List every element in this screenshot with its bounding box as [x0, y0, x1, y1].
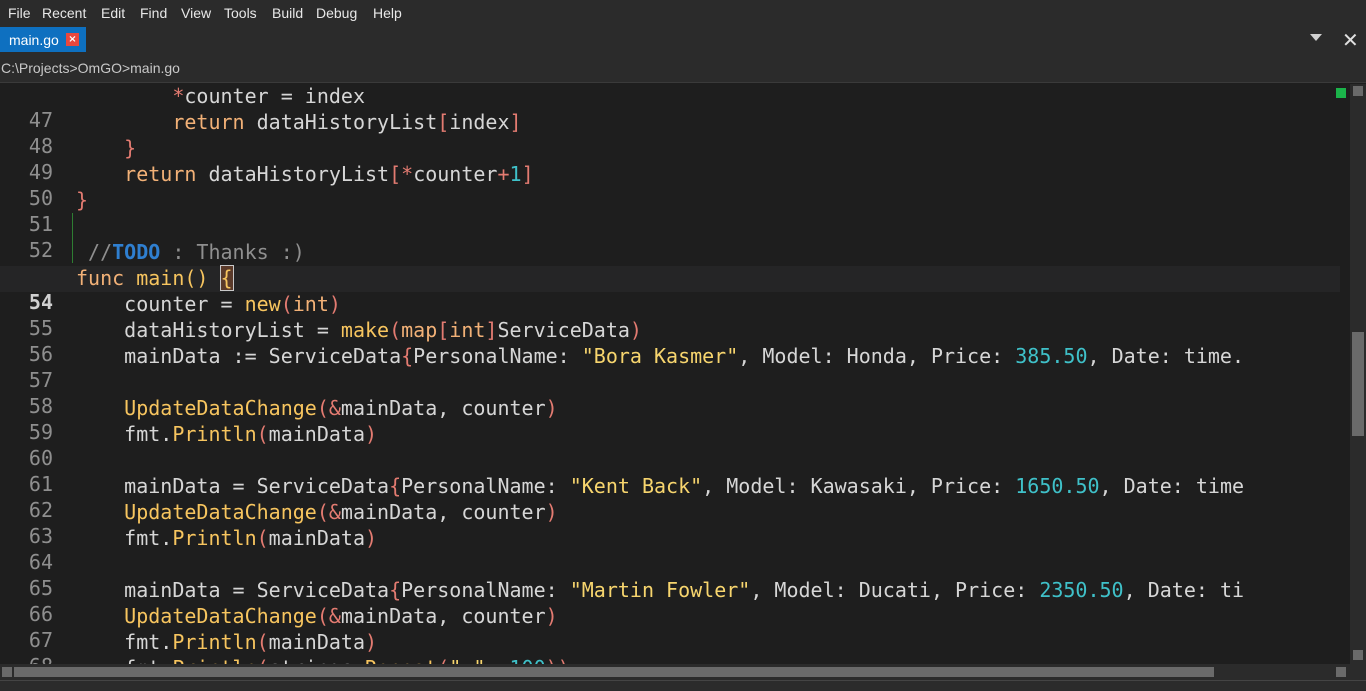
code-text: fmt.Println(strings.Repeat("-", 100)) — [76, 656, 570, 664]
scroll-down-icon[interactable] — [1353, 650, 1363, 660]
vertical-scrollbar[interactable] — [1350, 84, 1366, 664]
code-text: mainData := ServiceData{PersonalName: "B… — [76, 344, 1245, 368]
current-code-line: 54 func main() { — [0, 265, 1340, 314]
menu-view[interactable]: View — [181, 5, 211, 21]
scrollbar-corner — [1350, 664, 1366, 680]
code-line: 47 *counter = index — [0, 84, 1340, 132]
code-editor[interactable]: 47 *counter = index 48 return dataHistor… — [0, 84, 1350, 664]
horizontal-scrollbar[interactable] — [0, 664, 1350, 680]
menu-debug[interactable]: Debug — [316, 5, 357, 21]
tab-close-icon[interactable]: × — [66, 33, 79, 46]
menu-recent[interactable]: Recent — [42, 5, 86, 21]
code-line: 59 UpdateDataChange(&mainData, counter) — [0, 396, 1340, 444]
tab-bar: main.go × — [0, 26, 1366, 54]
code-line: 53 //TODO : Thanks :) — [0, 240, 1340, 288]
scroll-up-icon[interactable] — [1353, 86, 1363, 96]
code-text: fmt.Println(mainData) — [76, 630, 378, 654]
code-text: return dataHistoryList[index] — [76, 110, 522, 134]
code-line: 66 mainData = ServiceData{PersonalName: … — [0, 578, 1340, 626]
code-line: 69 fmt.Println(strings.Repeat("-", 100)) — [0, 656, 1340, 664]
code-text: *counter = index — [76, 84, 365, 108]
code-text: func main() { — [76, 265, 234, 291]
code-text: UpdateDataChange(&mainData, counter) — [76, 500, 558, 524]
menu-bar: File Recent Edit Find View Tools Build D… — [0, 0, 1366, 26]
scroll-right-icon[interactable] — [1336, 667, 1346, 677]
code-line: 67 UpdateDataChange(&mainData, counter) — [0, 604, 1340, 652]
vertical-scroll-thumb[interactable] — [1352, 332, 1364, 436]
change-marker-icon — [1336, 88, 1346, 98]
menu-file[interactable]: File — [8, 5, 31, 21]
text-cursor: { — [219, 265, 234, 291]
code-line: 50 return dataHistoryList[*counter+1] — [0, 162, 1340, 210]
code-text: counter = new(int) — [76, 292, 341, 316]
code-line: 52 — [0, 214, 1340, 262]
horizontal-scroll-thumb[interactable] — [14, 667, 1214, 677]
file-path: C:\Projects>OmGO>main.go — [1, 60, 180, 76]
code-text: mainData = ServiceData{PersonalName: "Ma… — [76, 578, 1245, 602]
code-text: UpdateDataChange(&mainData, counter) — [76, 396, 558, 420]
status-bar — [0, 680, 1366, 691]
code-text: fmt.Println(mainData) — [76, 526, 378, 550]
code-line: 57 mainData := ServiceData{PersonalName:… — [0, 344, 1340, 392]
code-line: 62 mainData = ServiceData{PersonalName: … — [0, 474, 1340, 522]
code-line: 48 return dataHistoryList[index] — [0, 110, 1340, 158]
code-line: 68 fmt.Println(mainData) — [0, 630, 1340, 664]
code-line: 61 — [0, 448, 1340, 496]
menu-tools[interactable]: Tools — [224, 5, 257, 21]
tab-label: main.go — [9, 32, 59, 48]
close-editor-icon[interactable]: ✕ — [1342, 28, 1359, 52]
code-text: fmt.Println(mainData) — [76, 422, 378, 446]
tab-list-dropdown-icon[interactable] — [1310, 34, 1322, 41]
code-line: 65 — [0, 552, 1340, 600]
code-line: 51 } — [0, 188, 1340, 236]
code-line: 49 } — [0, 136, 1340, 184]
code-text: mainData = ServiceData{PersonalName: "Ke… — [76, 474, 1245, 498]
code-text: //TODO : Thanks :) — [76, 240, 305, 264]
code-text: } — [76, 188, 89, 212]
code-line: 60 fmt.Println(mainData) — [0, 422, 1340, 470]
tab-main-go[interactable]: main.go × — [0, 27, 86, 52]
code-text: } — [76, 136, 137, 160]
menu-edit[interactable]: Edit — [101, 5, 125, 21]
scroll-left-icon[interactable] — [2, 667, 12, 677]
menu-build[interactable]: Build — [272, 5, 303, 21]
menu-find[interactable]: Find — [140, 5, 167, 21]
code-text: UpdateDataChange(&mainData, counter) — [76, 604, 558, 628]
menu-help[interactable]: Help — [373, 5, 402, 21]
code-line: 55 counter = new(int) — [0, 292, 1340, 340]
code-text: dataHistoryList = make(map[int]ServiceDa… — [76, 318, 642, 342]
code-line: 56 dataHistoryList = make(map[int]Servic… — [0, 318, 1340, 366]
code-line: 63 UpdateDataChange(&mainData, counter) — [0, 500, 1340, 548]
code-line: 58 — [0, 370, 1340, 418]
code-text: return dataHistoryList[*counter+1] — [76, 162, 534, 186]
code-line: 64 fmt.Println(mainData) — [0, 526, 1340, 574]
breadcrumb: C:\Projects>OmGO>main.go — [0, 54, 1366, 83]
